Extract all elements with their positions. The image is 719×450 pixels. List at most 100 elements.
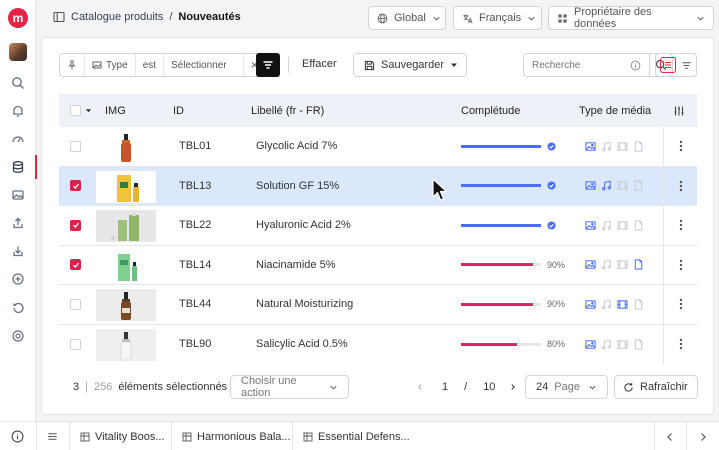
row-more-icon[interactable]	[679, 259, 683, 271]
settings-icon[interactable]	[0, 324, 36, 348]
yellow-box-image	[117, 174, 139, 202]
pin-icon[interactable]	[60, 54, 85, 76]
header-completeness[interactable]: Complétude	[461, 105, 520, 117]
row-id: TBL22	[179, 219, 212, 232]
row-more-icon[interactable]	[679, 219, 683, 231]
search-input[interactable]	[532, 59, 612, 71]
menu-icon[interactable]	[47, 422, 58, 450]
row-checkbox[interactable]	[70, 140, 81, 152]
caret-down-icon	[85, 109, 92, 113]
row-id: TBL13	[179, 179, 212, 192]
chevron-right-icon[interactable]	[698, 422, 708, 450]
completeness-bar	[461, 184, 541, 188]
row-checkbox[interactable]	[70, 338, 81, 350]
page-size-select[interactable]: 24 Page	[525, 375, 608, 399]
recent-tab-3[interactable]: Essential Defens...	[303, 422, 410, 450]
filter-field[interactable]: Type	[85, 54, 136, 76]
list-view-icon[interactable]	[660, 57, 677, 73]
check-circle-icon	[547, 142, 556, 151]
image-icon[interactable]	[0, 183, 36, 207]
pagination: 1 / 10	[416, 381, 517, 393]
panel-toggle-icon[interactable]	[53, 11, 65, 23]
filter-button[interactable]	[256, 53, 280, 77]
header-media-type[interactable]: Type de média	[579, 105, 651, 117]
filter-view-icon[interactable]	[681, 60, 692, 71]
check-icon	[72, 183, 79, 189]
current-page[interactable]: 1	[442, 381, 448, 393]
audio-media-icon	[601, 180, 612, 191]
header-id[interactable]: ID	[173, 105, 184, 117]
audio-media-icon	[601, 141, 612, 152]
download-icon[interactable]	[0, 239, 36, 263]
row-id: TBL01	[179, 140, 212, 153]
product-table: IMG ID Libellé (fr - FR) Complétude Type…	[59, 94, 697, 364]
table-row[interactable]: TBL14 Niacinamide 5% 90%	[59, 245, 697, 285]
info-icon[interactable]	[630, 60, 641, 71]
language-select[interactable]: Français	[453, 6, 542, 30]
completeness-percent: 90%	[547, 299, 566, 310]
breadcrumb-parent[interactable]: Catalogue produits	[71, 11, 163, 23]
table-row[interactable]: TBL22 Hyaluronic Acid 2%	[59, 206, 697, 246]
document-media-icon	[633, 259, 644, 270]
row-more-icon[interactable]	[679, 140, 683, 152]
row-more-icon[interactable]	[679, 338, 683, 350]
filter-chip[interactable]: Type est Sélectionner ×	[59, 53, 267, 77]
column-settings-icon[interactable]	[673, 105, 685, 117]
image-media-icon	[585, 299, 596, 310]
data-owner-select[interactable]: Propriétaire des données	[548, 6, 714, 30]
search-icon[interactable]	[0, 71, 36, 95]
table-row[interactable]: TBL90 Salicylic Acid 0.5% 80%	[59, 324, 697, 364]
bulk-action-select[interactable]: Choisir une action	[230, 375, 349, 399]
total-count: 256	[93, 381, 113, 393]
completeness-bar	[461, 144, 541, 148]
floppy-disk-icon	[364, 60, 375, 71]
row-more-icon[interactable]	[679, 180, 683, 192]
bell-icon[interactable]	[0, 99, 36, 123]
row-checkbox[interactable]	[70, 298, 81, 310]
page-size-label: Page	[554, 381, 580, 393]
row-checkbox[interactable]	[70, 219, 81, 231]
recent-tab-2[interactable]: Harmonious Bala...	[182, 422, 291, 450]
row-label: Hyaluronic Acid 2%	[256, 219, 351, 232]
filter-operator[interactable]: est	[136, 54, 165, 76]
left-sidebar: m	[0, 0, 37, 450]
history-icon[interactable]	[0, 296, 36, 320]
chevron-left-icon[interactable]	[665, 422, 675, 450]
database-icon[interactable]	[0, 155, 37, 179]
select-all[interactable]	[70, 105, 92, 116]
count-divider: |	[85, 381, 88, 393]
clear-filters-button[interactable]: Effacer	[302, 58, 337, 70]
completeness: 80%	[461, 339, 565, 349]
table-row[interactable]: TBL44 Natural Moisturizing 90%	[59, 285, 697, 325]
video-media-icon	[617, 180, 628, 191]
media-types	[585, 180, 644, 191]
user-avatar[interactable]	[9, 43, 27, 61]
table-row[interactable]: TBL01 Glycolic Acid 7%	[59, 127, 697, 167]
completeness	[461, 181, 556, 190]
recent-tab-1[interactable]: Vitality Boos...	[80, 422, 165, 450]
table-icon	[182, 432, 192, 441]
row-checkbox[interactable]	[70, 259, 81, 271]
product-thumbnail	[96, 249, 156, 282]
scope-select[interactable]: Global	[368, 6, 446, 30]
header-label[interactable]: Libellé (fr - FR)	[251, 105, 324, 117]
select-all-checkbox[interactable]	[70, 105, 81, 116]
completeness-bar	[461, 302, 541, 306]
grid-icon	[557, 13, 568, 24]
filter-value-select[interactable]: Sélectionner	[164, 54, 245, 76]
chevron-left-icon[interactable]	[416, 383, 424, 391]
table-row[interactable]: TBL13 Solution GF 15%	[59, 166, 697, 206]
add-circle-icon[interactable]	[0, 267, 36, 291]
video-media-icon	[617, 141, 628, 152]
chevron-right-icon[interactable]	[509, 383, 517, 391]
save-view-button[interactable]: Sauvegarder	[353, 53, 467, 77]
refresh-button[interactable]: Rafraîchir	[614, 375, 698, 399]
help-info-icon[interactable]	[11, 422, 24, 450]
app-logo[interactable]: m	[8, 8, 28, 28]
video-media-icon	[617, 339, 628, 350]
completeness-percent: 90%	[547, 259, 566, 270]
row-more-icon[interactable]	[679, 298, 683, 310]
row-checkbox[interactable]	[70, 180, 81, 192]
upload-icon[interactable]	[0, 211, 36, 235]
dashboard-gauge-icon[interactable]	[0, 127, 36, 151]
